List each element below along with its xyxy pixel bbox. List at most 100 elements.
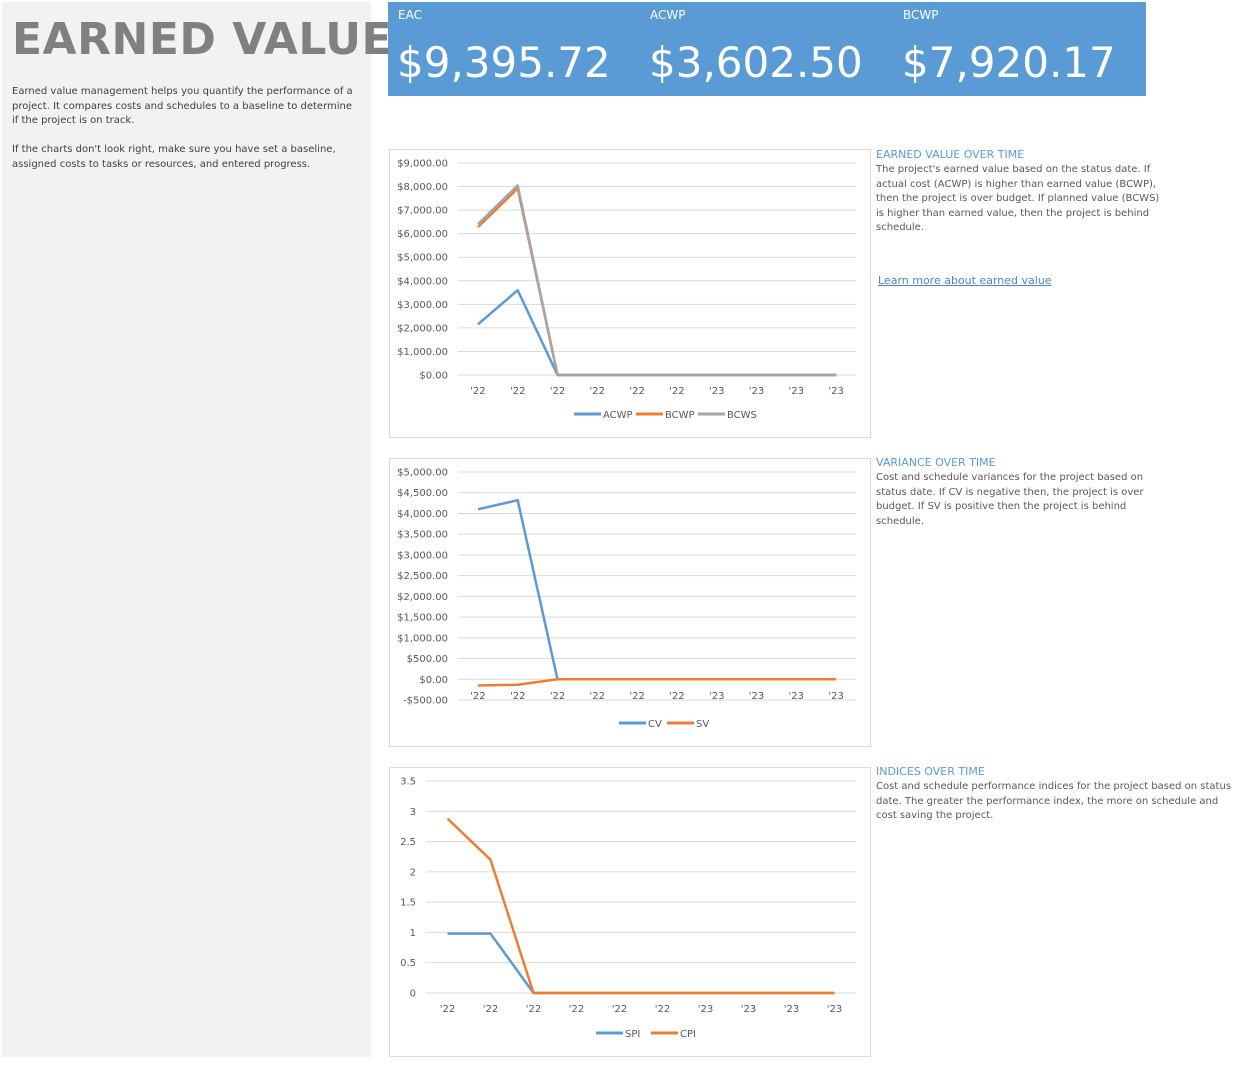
kpi-banner: EAC $9,395.72 ACWP $3,602.50 BCWP $7,920… <box>388 2 1146 96</box>
x-tick-label: '23 <box>789 691 804 702</box>
earned-value-chart[interactable]: $0.00 $1,000.00 $2,000.00 $3,000.00 $4,000.0… <box>389 149 871 438</box>
y-tick-label: $0.00 <box>419 371 448 382</box>
x-tick-label: '22 <box>510 386 525 397</box>
intro-paragraph: Earned value management helps you quanti… <box>12 86 353 126</box>
kpi-value: $9,395.72 <box>397 38 611 87</box>
y-tick-label: $1,500.00 <box>397 613 448 624</box>
indices-chart[interactable]: 0 0.5 1 1.5 2 2.5 3 3.5 '22 '22 '22 '22 '22 '22 '23 '23… <box>389 767 871 1057</box>
x-tick-label: '22 <box>470 691 485 702</box>
earned-value-chart-svg: $0.00 $1,000.00 $2,000.00 $3,000.00 $4,000.0… <box>397 159 856 421</box>
x-tick-label: '23 <box>828 691 843 702</box>
x-tick-label: '22 <box>550 386 565 397</box>
kpi-bcwp: BCWP $7,920.17 <box>893 2 1143 96</box>
y-tick-label: $2,000.00 <box>397 592 448 603</box>
variance-section-title: VARIANCE OVER TIME <box>876 456 996 469</box>
series-line-spi <box>447 932 835 995</box>
y-tick-label: $9,000.00 <box>397 159 448 170</box>
y-tick-label: $4,000.00 <box>397 509 448 520</box>
y-tick-label: -$500.00 <box>403 696 448 707</box>
kpi-eac: EAC $9,395.72 <box>388 2 638 96</box>
kpi-value: $3,602.50 <box>649 38 863 87</box>
y-tick-label: $1,000.00 <box>397 347 448 358</box>
y-tick-label: 1 <box>410 928 416 939</box>
x-tick-label: '22 <box>669 691 684 702</box>
x-tick-label: '23 <box>741 1004 756 1015</box>
x-tick-label: '22 <box>669 386 684 397</box>
x-tick-label: '23 <box>749 691 764 702</box>
series-line-cv <box>477 498 837 681</box>
x-tick-label: '22 <box>440 1004 455 1015</box>
x-tick-label: '22 <box>550 691 565 702</box>
x-tick-label: '23 <box>789 386 804 397</box>
y-tick-label: $4,000.00 <box>397 276 448 287</box>
x-tick-label: '22 <box>612 1004 627 1015</box>
y-tick-label: $500.00 <box>407 654 448 665</box>
legend-label: SPI <box>625 1029 640 1040</box>
legend-label: CPI <box>680 1029 696 1040</box>
x-tick-label: '22 <box>629 691 644 702</box>
y-tick-label: $3,000.00 <box>397 550 448 561</box>
earned-value-section-title: EARNED VALUE OVER TIME <box>876 148 1025 161</box>
legend-label: ACWP <box>603 410 633 421</box>
indices-description: Cost and schedule performance indices fo… <box>876 781 1232 821</box>
y-tick-label: 3.5 <box>400 777 416 788</box>
y-tick-label: 3 <box>410 807 416 818</box>
x-tick-label: '23 <box>749 386 764 397</box>
x-tick-label: '22 <box>590 691 605 702</box>
y-tick-label: 2.5 <box>400 837 416 848</box>
y-tick-label: $8,000.00 <box>397 182 448 193</box>
kpi-label: EAC <box>398 8 422 22</box>
x-tick-label: '23 <box>828 386 843 397</box>
kpi-label: ACWP <box>650 8 686 22</box>
series-line-bcws <box>477 184 837 377</box>
kpi-value: $7,920.17 <box>902 38 1116 87</box>
y-tick-label: $2,500.00 <box>397 571 448 582</box>
series-line-bcwp <box>477 187 837 377</box>
x-tick-label: '23 <box>784 1004 799 1015</box>
kpi-acwp: ACWP $3,602.50 <box>640 2 890 96</box>
y-tick-label: $1,000.00 <box>397 633 448 644</box>
x-tick-label: '22 <box>526 1004 541 1015</box>
legend-label: BCWS <box>727 410 757 421</box>
y-tick-label: $5,000.00 <box>397 253 448 264</box>
page-title: EARNED VALUE <box>12 14 393 65</box>
x-tick-label: '23 <box>698 1004 713 1015</box>
x-tick-label: '22 <box>470 386 485 397</box>
y-tick-label: $5,000.00 <box>397 468 448 479</box>
y-tick-label: $2,000.00 <box>397 323 448 334</box>
y-tick-label: $7,000.00 <box>397 206 448 217</box>
intro-hint-paragraph: If the charts don't look right, make sur… <box>12 144 336 170</box>
legend-label: SV <box>696 719 709 730</box>
x-tick-label: '23 <box>827 1004 842 1015</box>
indices-section-title: INDICES OVER TIME <box>876 765 985 778</box>
y-tick-label: $3,000.00 <box>397 300 448 311</box>
learn-more-link[interactable]: Learn more about earned value <box>878 274 1052 287</box>
y-tick-label: $3,500.00 <box>397 530 448 541</box>
y-tick-label: 1.5 <box>400 898 416 909</box>
y-tick-label: 2 <box>410 867 416 878</box>
y-tick-label: $4,500.00 <box>397 488 448 499</box>
variance-chart[interactable]: -$500.00 $0.00 $500.00 $1,000.00 $1,500.00 $2… <box>389 458 871 747</box>
x-tick-label: '22 <box>629 386 644 397</box>
x-tick-label: '23 <box>709 386 724 397</box>
legend-label: CV <box>648 719 662 730</box>
y-tick-label: 0.5 <box>400 958 416 969</box>
variance-description: Cost and schedule variances for the proj… <box>876 472 1144 527</box>
x-tick-label: '22 <box>483 1004 498 1015</box>
x-tick-label: '22 <box>590 386 605 397</box>
x-tick-label: '23 <box>709 691 724 702</box>
y-tick-label: $0.00 <box>419 675 448 686</box>
series-line-cpi <box>446 817 835 995</box>
x-tick-label: '22 <box>569 1004 584 1015</box>
indices-chart-svg: 0 0.5 1 1.5 2 2.5 3 3.5 '22 '22 '22 '22 '22 '22 '23 '23… <box>400 777 856 1040</box>
y-tick-label: $6,000.00 <box>397 229 448 240</box>
series-line-acwp <box>477 288 837 377</box>
x-tick-label: '22 <box>655 1004 670 1015</box>
variance-chart-svg: -$500.00 $0.00 $500.00 $1,000.00 $1,500.00 $2… <box>397 468 856 730</box>
legend-label: BCWP <box>665 410 695 421</box>
y-tick-label: 0 <box>410 989 416 1000</box>
series-line-sv <box>477 678 837 687</box>
earned-value-description: The project's earned value based on the … <box>876 164 1160 233</box>
x-tick-label: '22 <box>510 691 525 702</box>
kpi-label: BCWP <box>903 8 939 22</box>
